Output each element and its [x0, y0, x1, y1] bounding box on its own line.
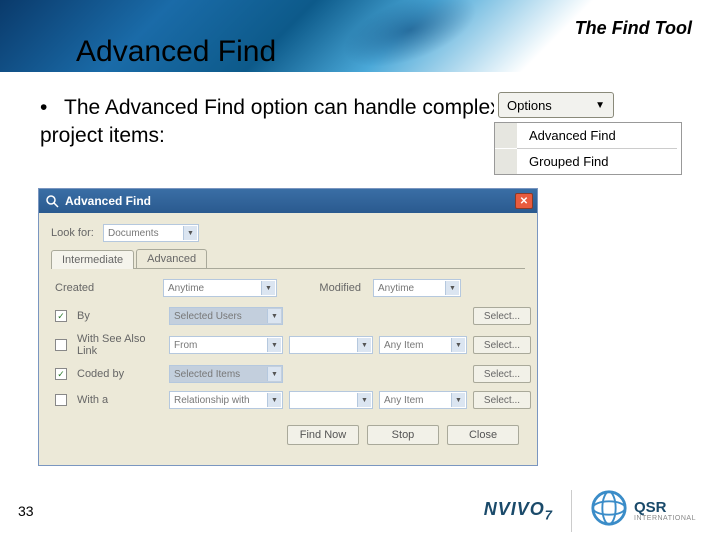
tab-advanced[interactable]: Advanced	[136, 249, 207, 268]
menu-item-grouped-find[interactable]: Grouped Find	[495, 149, 681, 174]
criteria-label: With See Also Link	[77, 333, 163, 357]
chevron-down-icon: ▼	[267, 338, 281, 352]
close-icon: ✕	[520, 196, 528, 207]
select-button[interactable]: Select...	[473, 307, 531, 325]
find-now-button[interactable]: Find Now	[287, 425, 359, 445]
qsr-subtext: INTERNATIONAL	[634, 515, 696, 522]
criteria-field1[interactable]: Selected Users▼	[169, 307, 283, 325]
chevron-down-icon: ▼	[357, 393, 371, 407]
options-menu: Advanced Find Grouped Find	[494, 122, 682, 175]
created-label: Created	[55, 282, 157, 294]
logo-divider	[571, 490, 572, 532]
chevron-down-icon: ▼	[183, 226, 197, 240]
select-button[interactable]: Select...	[473, 391, 531, 409]
select-button[interactable]: Select...	[473, 336, 531, 354]
chevron-down-icon: ▼	[267, 367, 281, 381]
stop-button[interactable]: Stop	[367, 425, 439, 445]
chevron-down-icon: ▼	[451, 338, 465, 352]
modified-dropdown[interactable]: Anytime▼	[373, 279, 461, 297]
chevron-down-icon: ▼	[445, 281, 459, 295]
footer: 33 NVIVO7 QSR INTERNATIONAL	[0, 489, 720, 532]
criteria-label: By	[77, 310, 163, 322]
menu-item-advanced-find[interactable]: Advanced Find	[495, 123, 681, 148]
criteria-field1[interactable]: From▼	[169, 336, 283, 354]
checkbox[interactable]: ✓	[55, 310, 67, 322]
criteria-row: ✓ By Selected Users▼ Select...	[55, 307, 521, 325]
page-number: 33	[18, 503, 34, 519]
criteria-field2[interactable]: ▼	[289, 391, 373, 409]
dialog-title: Advanced Find	[65, 194, 151, 208]
close-button[interactable]: ✕	[515, 193, 533, 209]
chevron-down-icon: ▼	[451, 393, 465, 407]
chevron-down-icon: ▼	[267, 309, 281, 323]
chevron-down-icon: ▼	[357, 338, 371, 352]
checkbox[interactable]: ✓	[55, 368, 67, 380]
criteria-field3[interactable]: Any Item▼	[379, 336, 467, 354]
criteria-label: Coded by	[77, 368, 163, 380]
advanced-find-dialog: Advanced Find ✕ Look for: Documents ▼ Int…	[38, 188, 538, 466]
criteria-field1[interactable]: Selected Items▼	[169, 365, 283, 383]
chevron-down-icon: ▼	[595, 100, 605, 111]
criteria-field1[interactable]: Relationship with▼	[169, 391, 283, 409]
look-for-dropdown[interactable]: Documents ▼	[103, 224, 199, 242]
modified-label: Modified	[283, 282, 367, 294]
look-for-label: Look for:	[51, 227, 97, 239]
dialog-titlebar[interactable]: Advanced Find ✕	[39, 189, 537, 213]
qsr-text: QSR	[634, 500, 696, 515]
qsr-logo: QSR INTERNATIONAL	[590, 489, 696, 532]
checkbox[interactable]	[55, 339, 67, 351]
options-popup: Options ▼ Advanced Find Grouped Find	[494, 92, 704, 175]
checkbox[interactable]	[55, 394, 67, 406]
select-button[interactable]: Select...	[473, 365, 531, 383]
look-for-value: Documents	[108, 228, 159, 239]
page-title: Advanced Find	[76, 35, 276, 69]
criteria-row: With See Also Link From▼ ▼ Any Item▼ Sel…	[55, 333, 521, 357]
criteria-field3[interactable]: Any Item▼	[379, 391, 467, 409]
criteria-row: ✓ Coded by Selected Items▼ Select...	[55, 365, 521, 383]
search-icon	[45, 194, 59, 208]
nvivo-logo: NVIVO7	[484, 499, 553, 523]
tab-intermediate[interactable]: Intermediate	[51, 250, 134, 269]
options-button[interactable]: Options ▼	[498, 92, 614, 118]
criteria-field2[interactable]: ▼	[289, 336, 373, 354]
created-dropdown[interactable]: Anytime▼	[163, 279, 277, 297]
close-dialog-button[interactable]: Close	[447, 425, 519, 445]
options-button-label: Options	[507, 98, 552, 113]
chevron-down-icon: ▼	[267, 393, 281, 407]
section-title: The Find Tool	[575, 18, 692, 39]
criteria-row: With a Relationship with▼ ▼ Any Item▼ Se…	[55, 391, 521, 409]
criteria-label: With a	[77, 394, 163, 406]
globe-icon	[590, 489, 628, 532]
chevron-down-icon: ▼	[261, 281, 275, 295]
